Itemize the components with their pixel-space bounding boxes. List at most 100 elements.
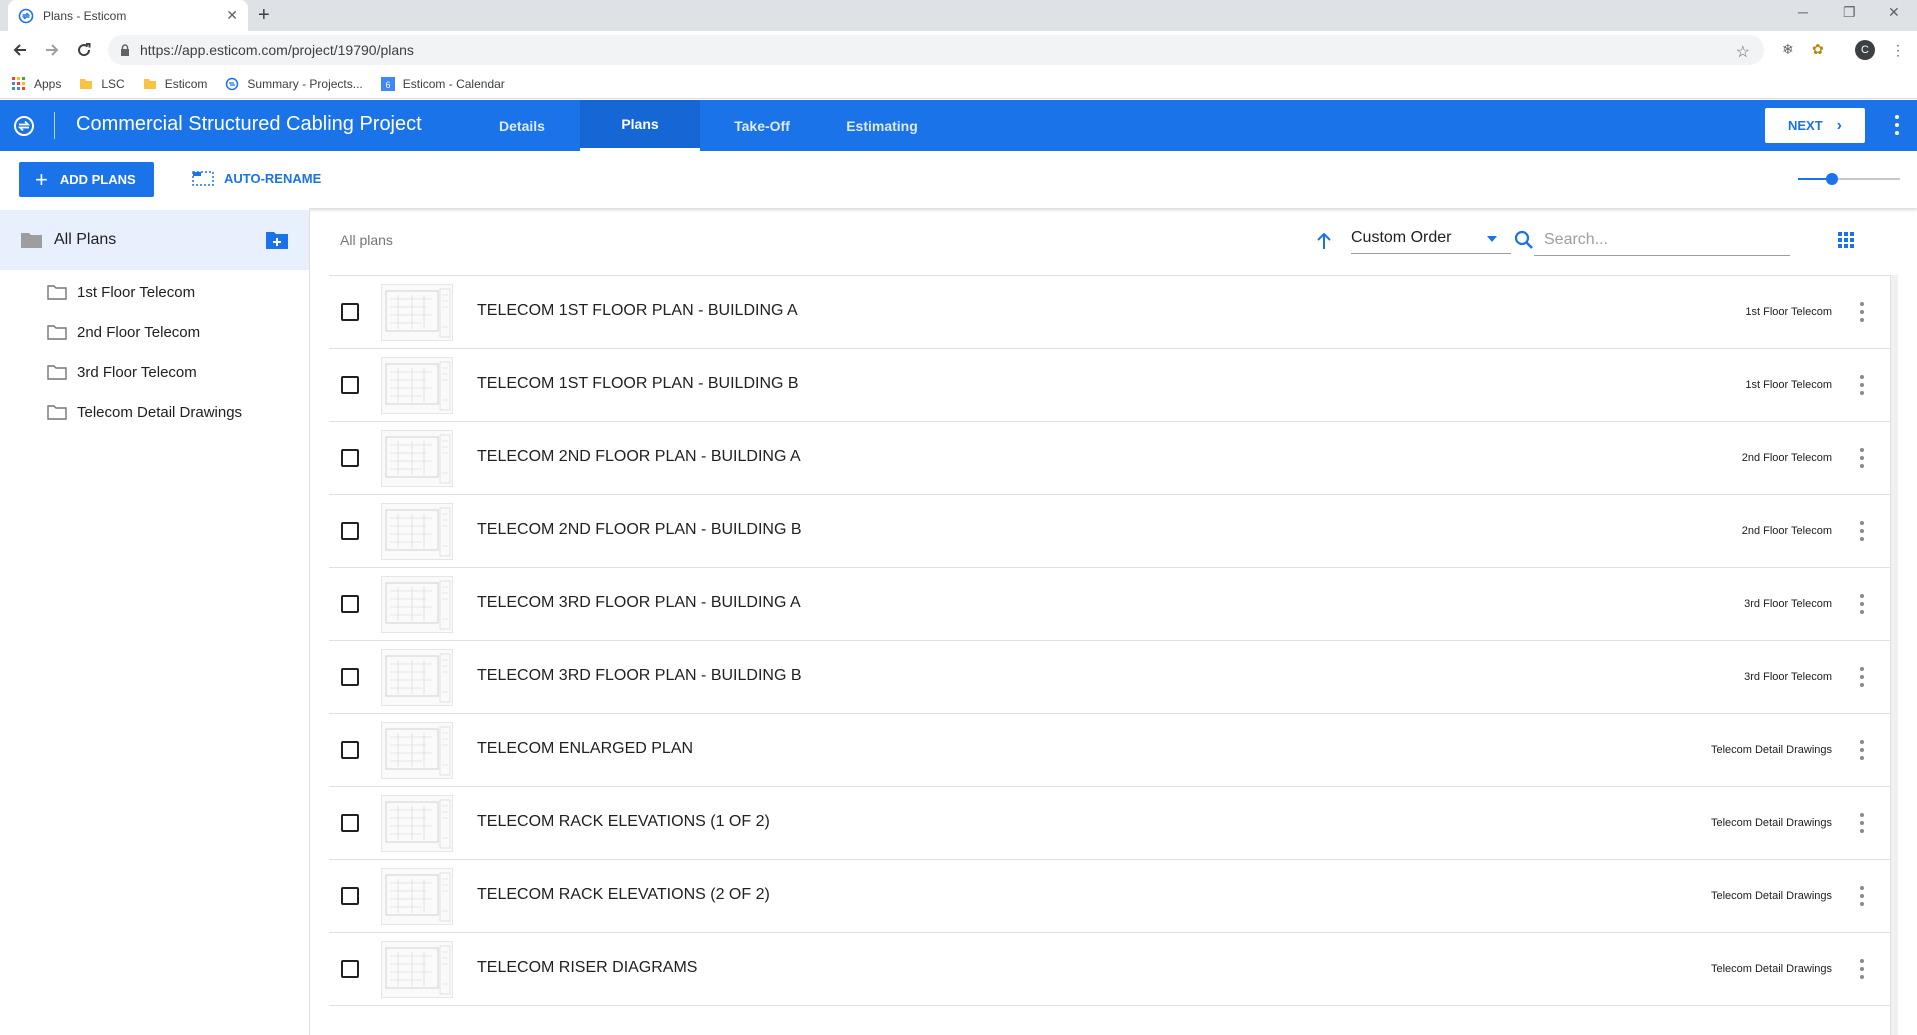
plan-thumbnail[interactable]	[381, 868, 453, 925]
reload-icon[interactable]	[73, 39, 95, 61]
plan-row[interactable]: TELECOM 1ST FLOOR PLAN - BUILDING B 1st …	[329, 349, 1890, 422]
plan-checkbox[interactable]	[341, 668, 359, 686]
address-bar[interactable]: https://app.esticom.com/project/19790/pl…	[108, 35, 1764, 65]
row-menu-icon[interactable]	[1860, 594, 1864, 614]
bookmark-summary-projects[interactable]: Summary - Projects...	[225, 77, 363, 91]
bookmark-lsc[interactable]: LSC	[79, 77, 125, 91]
tab-plans[interactable]: Plans	[580, 100, 700, 151]
browser-tab[interactable]: Plans - Esticom ✕	[8, 0, 248, 31]
plan-thumbnail[interactable]	[381, 284, 453, 341]
zoom-slider[interactable]	[1798, 173, 1900, 185]
bookmark-apps[interactable]: Apps	[12, 76, 61, 91]
folder-label: Telecom Detail Drawings	[77, 403, 243, 421]
folders-sidebar: All Plans 1st Floor Telecom 2nd Floor Te…	[0, 208, 310, 1035]
sidebar-item-1st-floor-telecom[interactable]: 1st Floor Telecom	[47, 272, 242, 312]
search-input[interactable]	[1534, 224, 1790, 256]
plan-checkbox[interactable]	[341, 522, 359, 540]
plan-row[interactable]: TELECOM 2ND FLOOR PLAN - BUILDING B 2nd …	[329, 495, 1890, 568]
extension-honey-icon[interactable]: ✿	[1812, 41, 1824, 58]
new-folder-icon[interactable]	[266, 231, 288, 249]
row-menu-icon[interactable]	[1860, 959, 1864, 979]
plan-thumbnail[interactable]	[381, 722, 453, 779]
plan-row[interactable]: TELECOM 1ST FLOOR PLAN - BUILDING A 1st …	[329, 276, 1890, 349]
drawing-thumbnail-icon	[385, 580, 451, 630]
auto-rename-button[interactable]: AUTO-RENAME	[192, 170, 321, 186]
plan-name[interactable]: TELECOM 3RD FLOOR PLAN - BUILDING A	[477, 594, 801, 612]
plan-checkbox[interactable]	[341, 814, 359, 832]
plan-name[interactable]: TELECOM RACK ELEVATIONS (2 OF 2)	[477, 886, 770, 904]
vertical-scrollbar[interactable]	[1890, 275, 1898, 1035]
plan-row[interactable]: TELECOM RACK ELEVATIONS (2 OF 2) Telecom…	[329, 860, 1890, 933]
plan-thumbnail[interactable]	[381, 941, 453, 998]
sort-direction-icon[interactable]	[1316, 232, 1332, 250]
plan-thumbnail[interactable]	[381, 795, 453, 852]
row-menu-icon[interactable]	[1860, 521, 1864, 541]
plan-row[interactable]: TELECOM 3RD FLOOR PLAN - BUILDING B 3rd …	[329, 641, 1890, 714]
new-tab-icon[interactable]: +	[258, 3, 270, 27]
extension-snowflake-icon[interactable]: ❄	[1782, 41, 1794, 58]
plan-row[interactable]: TELECOM 3RD FLOOR PLAN - BUILDING A 3rd …	[329, 568, 1890, 641]
plan-name[interactable]: TELECOM 1ST FLOOR PLAN - BUILDING B	[477, 375, 799, 393]
profile-avatar[interactable]: C	[1855, 40, 1875, 60]
plan-checkbox[interactable]	[341, 449, 359, 467]
sidebar-item-telecom-detail-drawings[interactable]: Telecom Detail Drawings	[47, 392, 242, 432]
row-menu-icon[interactable]	[1860, 448, 1864, 468]
plan-name[interactable]: TELECOM 3RD FLOOR PLAN - BUILDING B	[477, 667, 802, 685]
plan-row[interactable]: TELECOM RACK ELEVATIONS (1 OF 2) Telecom…	[329, 787, 1890, 860]
plan-checkbox[interactable]	[341, 960, 359, 978]
bookmark-label: Esticom - Calendar	[402, 76, 505, 91]
row-menu-icon[interactable]	[1860, 375, 1864, 395]
sidebar-item-3rd-floor-telecom[interactable]: 3rd Floor Telecom	[47, 352, 242, 392]
esticom-logo-icon[interactable]	[13, 115, 35, 137]
plan-thumbnail[interactable]	[381, 503, 453, 560]
row-menu-icon[interactable]	[1860, 886, 1864, 906]
plan-thumbnail[interactable]	[381, 430, 453, 487]
action-bar: + ADD PLANS AUTO-RENAME	[0, 151, 1917, 208]
plan-checkbox[interactable]	[341, 303, 359, 321]
plan-name[interactable]: TELECOM 2ND FLOOR PLAN - BUILDING A	[477, 448, 801, 466]
sidebar-item-2nd-floor-telecom[interactable]: 2nd Floor Telecom	[47, 312, 242, 352]
grid-view-icon[interactable]	[1838, 232, 1854, 248]
plan-row[interactable]: TELECOM ENLARGED PLAN Telecom Detail Dra…	[329, 714, 1890, 787]
forward-icon[interactable]	[41, 39, 63, 61]
next-button[interactable]: NEXT ›	[1765, 108, 1865, 143]
plan-name[interactable]: TELECOM 2ND FLOOR PLAN - BUILDING B	[477, 521, 802, 539]
auto-rename-icon	[192, 171, 214, 186]
minimize-icon[interactable]: ─	[1798, 4, 1808, 20]
plan-name[interactable]: TELECOM RISER DIAGRAMS	[477, 959, 697, 977]
tab-estimating[interactable]: Estimating	[834, 100, 930, 151]
plan-thumbnail[interactable]	[381, 576, 453, 633]
window-close-icon[interactable]: ✕	[1888, 4, 1900, 21]
bookmark-esticom-folder[interactable]: Esticom	[143, 77, 207, 91]
bookmark-esticom-calendar[interactable]: 6 Esticom - Calendar	[380, 76, 505, 91]
plan-checkbox[interactable]	[341, 595, 359, 613]
add-plans-button[interactable]: + ADD PLANS	[19, 162, 154, 197]
row-menu-icon[interactable]	[1860, 302, 1864, 322]
plan-thumbnail[interactable]	[381, 357, 453, 414]
tab-close-icon[interactable]: ✕	[226, 7, 238, 24]
browser-tabstrip: Plans - Esticom ✕ + ─ ❐ ✕	[0, 0, 1917, 31]
plan-name[interactable]: TELECOM 1ST FLOOR PLAN - BUILDING A	[477, 302, 798, 320]
plan-folder-tag: 3rd Floor Telecom	[1744, 598, 1832, 610]
row-menu-icon[interactable]	[1860, 740, 1864, 760]
plan-checkbox[interactable]	[341, 887, 359, 905]
plan-name[interactable]: TELECOM ENLARGED PLAN	[477, 740, 693, 758]
plan-checkbox[interactable]	[341, 741, 359, 759]
more-options-icon[interactable]	[1889, 113, 1905, 137]
plan-checkbox[interactable]	[341, 376, 359, 394]
row-menu-icon[interactable]	[1860, 667, 1864, 687]
back-icon[interactable]	[9, 39, 31, 61]
plan-row[interactable]: TELECOM RISER DIAGRAMS Telecom Detail Dr…	[329, 933, 1890, 1006]
plan-name[interactable]: TELECOM RACK ELEVATIONS (1 OF 2)	[477, 813, 770, 831]
restore-icon[interactable]: ❐	[1843, 4, 1856, 21]
sort-order-select[interactable]: Custom Order	[1351, 224, 1511, 254]
sidebar-item-all-plans[interactable]: All Plans	[0, 210, 309, 270]
tab-take-off[interactable]: Take-Off	[716, 100, 808, 151]
tab-details[interactable]: Details	[478, 100, 566, 151]
bookmark-star-icon[interactable]: ☆	[1736, 42, 1750, 62]
zoom-slider-thumb[interactable]	[1826, 173, 1838, 185]
plan-thumbnail[interactable]	[381, 649, 453, 706]
browser-menu-icon[interactable]: ⋮	[1891, 40, 1905, 60]
plan-row[interactable]: TELECOM 2ND FLOOR PLAN - BUILDING A 2nd …	[329, 422, 1890, 495]
row-menu-icon[interactable]	[1860, 813, 1864, 833]
